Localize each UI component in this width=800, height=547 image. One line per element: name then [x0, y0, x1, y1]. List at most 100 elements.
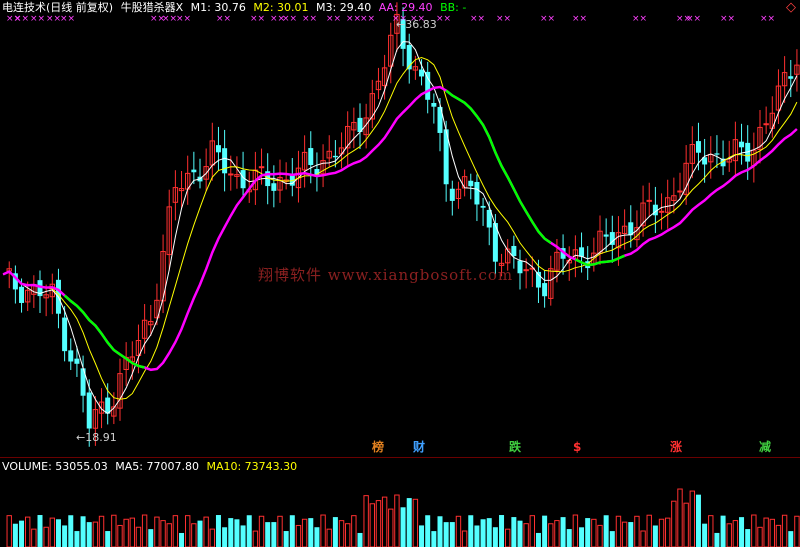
candle-body	[68, 350, 74, 362]
m1-line	[2, 41, 798, 415]
stock-title: 电连技术(日线 前复权)	[2, 1, 114, 14]
volume-bar	[412, 498, 419, 547]
event-marker-cai[interactable]: 财	[411, 440, 427, 454]
volume-bar	[43, 526, 49, 547]
volume-bar	[535, 532, 541, 547]
cross-marker: ××	[162, 14, 177, 24]
volume-bar	[585, 518, 591, 547]
volume-bar	[695, 494, 701, 547]
panel-divider	[0, 457, 800, 458]
m2-value: M2: 30.01	[253, 1, 309, 14]
cross-marker: ××	[30, 14, 45, 24]
volume-bar	[381, 496, 388, 547]
volume-bar	[62, 525, 68, 547]
event-label: 减	[759, 440, 772, 454]
candle-body	[517, 260, 523, 274]
volume-bar	[677, 488, 683, 547]
volume-bar	[203, 516, 209, 547]
candle-body	[431, 102, 437, 107]
volume-bar	[24, 516, 31, 547]
event-marker-zhang[interactable]: 涨	[668, 440, 684, 454]
candle-body	[579, 247, 585, 257]
volume-bar	[492, 527, 498, 547]
volume-bar	[209, 528, 216, 547]
volume-bar	[529, 515, 536, 547]
volume-value: VOLUME: 53055.03	[2, 460, 108, 473]
volume-header: VOLUME: 53055.03 MA5: 77007.80 MA10: 737…	[2, 460, 301, 474]
cross-marker: ××	[326, 14, 341, 24]
volume-bar	[105, 531, 111, 547]
candle-body	[695, 141, 701, 153]
volume-bar	[689, 490, 696, 547]
volume-bar	[708, 515, 714, 547]
cross-marker: ××	[216, 14, 231, 24]
event-marker-die[interactable]: 跌	[507, 440, 523, 454]
price-header: 电连技术(日线 前复权) 牛股猎杀器X M1: 30.76 M2: 30.01 …	[2, 1, 470, 15]
candle-body	[677, 190, 683, 193]
candle-body	[62, 317, 68, 352]
volume-bar	[135, 526, 142, 547]
volume-bar	[775, 524, 782, 547]
cross-marker: ××	[686, 14, 701, 24]
volume-bar	[222, 527, 228, 547]
volume-bar	[98, 515, 105, 547]
volume-bar	[344, 523, 351, 547]
cross-marker: ××	[436, 14, 451, 24]
event-label: 榜	[372, 440, 385, 454]
candle-body	[215, 145, 221, 153]
high-price-value: 36.83	[405, 18, 437, 31]
event-marker-dollar[interactable]: $	[571, 440, 583, 454]
cross-marker: ××	[632, 14, 647, 24]
event-marker-bang[interactable]: 榜	[370, 440, 386, 454]
event-marker-jian[interactable]: 减	[757, 440, 773, 454]
volume-bar	[714, 532, 720, 547]
volume-bar	[31, 528, 37, 547]
volume-bar	[751, 514, 757, 547]
volume-bar	[640, 530, 646, 547]
cross-marker: ××	[60, 14, 75, 24]
volume-bar	[351, 515, 357, 547]
volume-bar	[338, 520, 345, 547]
cross-marker: ××	[760, 14, 775, 24]
candle-body	[105, 397, 111, 414]
volume-bar	[431, 531, 437, 547]
volume-bar	[628, 522, 634, 547]
low-price-label: ←18.91	[76, 431, 117, 444]
candle-body	[425, 71, 431, 100]
volume-bar	[781, 514, 788, 547]
volume-bar	[289, 515, 295, 547]
volume-bar	[474, 525, 480, 547]
volume-bar	[511, 517, 517, 547]
candle-body	[308, 148, 314, 166]
volume-bar	[745, 529, 751, 547]
candle-body	[449, 188, 455, 201]
volume-bar	[191, 523, 197, 547]
volume-bar	[148, 529, 154, 547]
volume-bar	[68, 515, 74, 547]
cross-marker: ××	[176, 14, 191, 24]
volume-bar	[480, 519, 486, 547]
m2-line	[2, 56, 798, 400]
volume-bar	[400, 507, 406, 547]
price-chart[interactable]: ×××× ×× ×××× ×××××× ×× ×× ×××× ×× ×× ×××× ×× ×× ×× ××…	[0, 0, 800, 458]
volume-bar	[166, 523, 172, 547]
diamond-icon[interactable]: ◇	[786, 0, 796, 15]
watermark: 翔博软件 www.xiangbosoft.com	[258, 266, 514, 284]
candle-body	[419, 69, 425, 77]
volume-bar	[609, 531, 615, 547]
volume-bar	[197, 520, 203, 547]
volume-bar	[258, 515, 265, 547]
candle-body	[788, 76, 794, 79]
volume-bar	[179, 532, 185, 547]
volume-bar	[652, 525, 658, 547]
volume-bar	[455, 515, 462, 547]
volume-bar	[658, 518, 665, 547]
volume-bar	[246, 515, 252, 547]
volume-bar	[726, 523, 732, 547]
volume-bar	[240, 525, 246, 547]
volume-bar	[19, 520, 25, 547]
volume-bar	[92, 521, 99, 547]
m1-value: M1: 30.76	[190, 1, 246, 14]
volume-bar	[542, 515, 548, 547]
cross-marker: ××	[250, 14, 265, 24]
